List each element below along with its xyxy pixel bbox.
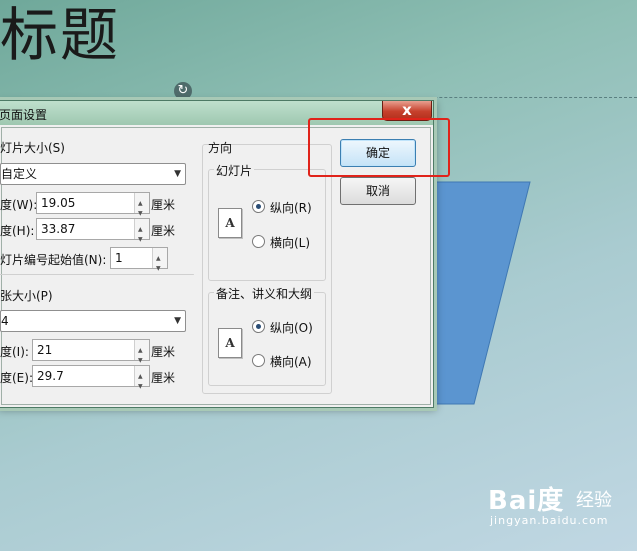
- slides-landscape-label[interactable]: 横向(L): [270, 234, 310, 251]
- slide-numbering-label: 灯片编号起始值(N):: [0, 253, 107, 267]
- paper-size-value: 4: [1, 314, 9, 328]
- baidu-logo: Bai度: [488, 486, 565, 516]
- notes-landscape-radio[interactable]: [252, 354, 265, 367]
- paper-width-label: 度(I):: [0, 345, 29, 359]
- divider: [0, 274, 194, 275]
- slide-height-label: 度(H):: [0, 224, 35, 238]
- paper-height-unit: 厘米: [151, 371, 176, 385]
- portrait-page-icon: A: [218, 328, 242, 358]
- notes-portrait-radio[interactable]: [252, 320, 265, 333]
- spin-arrows-icon[interactable]: ▲ ▼: [152, 248, 167, 272]
- slide-width-label: 度(W):: [0, 198, 38, 212]
- notes-portrait-label[interactable]: 纵向(O): [270, 319, 313, 336]
- paper-size-label: 张大小(P): [0, 289, 53, 303]
- spin-arrows-icon[interactable]: ▲ ▼: [134, 366, 149, 390]
- slide-height-unit: 厘米: [151, 224, 176, 238]
- watermark-url: jingyan.baidu.com: [490, 514, 609, 527]
- spin-arrows-icon[interactable]: ▲ ▼: [134, 193, 149, 217]
- paper-height-label: 度(E):: [0, 371, 33, 385]
- chevron-down-icon: ▼: [174, 316, 181, 326]
- paper-width-spinner[interactable]: 21 ▲ ▼: [32, 339, 150, 364]
- paper-size-dropdown[interactable]: 4 ▼: [0, 310, 186, 332]
- paper-height-value: 29.7: [37, 369, 64, 383]
- radio-selected-icon: [256, 204, 261, 209]
- paper-width-value: 21: [37, 343, 53, 357]
- watermark-cn: 经验: [576, 490, 612, 511]
- dialog-title: 页面设置: [0, 108, 48, 122]
- slide-numbering-spinner[interactable]: 1 ▲ ▼: [110, 247, 168, 272]
- slide-size-value: 自定义: [1, 167, 38, 181]
- notes-orientation-label: 备注、讲义和大纲: [214, 285, 315, 302]
- slides-orientation-label: 幻灯片: [214, 162, 255, 179]
- slide-height-value: 33.87: [41, 222, 76, 236]
- slides-portrait-label[interactable]: 纵向(R): [270, 199, 312, 216]
- portrait-page-icon: A: [218, 208, 242, 238]
- paper-width-unit: 厘米: [151, 345, 176, 359]
- orientation-label: 方向: [208, 141, 233, 155]
- slide-width-unit: 厘米: [151, 198, 176, 212]
- spin-arrows-icon[interactable]: ▲ ▼: [134, 219, 149, 243]
- slides-portrait-radio[interactable]: [252, 200, 265, 213]
- slide-width-value: 19.05: [41, 196, 76, 210]
- baidu-watermark: Bai度 经验 jingyan.baidu.com: [488, 480, 637, 540]
- slide-height-spinner[interactable]: 33.87 ▲ ▼: [36, 218, 150, 243]
- slide-size-label: 灯片大小(S): [0, 141, 65, 155]
- cancel-button[interactable]: 取消: [340, 177, 416, 205]
- spin-arrows-icon[interactable]: ▲ ▼: [134, 340, 149, 364]
- radio-selected-icon: [256, 324, 261, 329]
- slide-width-spinner[interactable]: 19.05 ▲ ▼: [36, 192, 150, 217]
- slide-numbering-value: 1: [115, 251, 123, 265]
- paper-height-spinner[interactable]: 29.7 ▲ ▼: [32, 365, 150, 390]
- ok-button-highlight: [308, 118, 450, 177]
- notes-landscape-label[interactable]: 横向(A): [270, 353, 312, 370]
- chevron-down-icon: ▼: [174, 169, 181, 179]
- slides-landscape-radio[interactable]: [252, 235, 265, 248]
- slide-size-dropdown[interactable]: 自定义 ▼: [0, 163, 186, 185]
